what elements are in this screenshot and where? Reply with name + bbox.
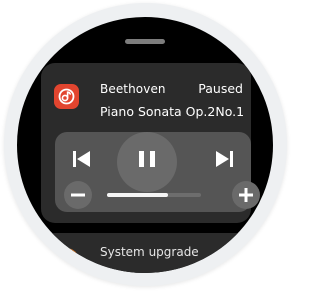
volume-down-button[interactable] bbox=[63, 180, 93, 210]
minus-icon bbox=[71, 193, 85, 197]
skip-previous-icon[interactable] bbox=[68, 145, 96, 173]
system-update-icon bbox=[54, 248, 79, 273]
music-note-icon bbox=[58, 88, 75, 105]
system-upgrade-notification[interactable]: System upgrade bbox=[41, 233, 251, 273]
volume-slider[interactable] bbox=[107, 193, 201, 197]
skip-next-icon[interactable] bbox=[210, 145, 238, 173]
media-controls-panel bbox=[55, 132, 260, 212]
notification-title: System upgrade bbox=[100, 245, 199, 259]
pause-icon bbox=[139, 151, 155, 167]
pause-button[interactable] bbox=[117, 132, 177, 192]
media-notification-card[interactable]: Beethoven Paused Piano Sonata Op.2No.1 bbox=[41, 63, 260, 223]
music-app-icon bbox=[54, 84, 79, 109]
pull-down-handle[interactable] bbox=[125, 39, 165, 44]
volume-level-fill bbox=[107, 193, 169, 197]
artist-name: Beethoven bbox=[100, 82, 166, 96]
watch-frame: Beethoven Paused Piano Sonata Op.2No.1 S… bbox=[0, 0, 291, 294]
volume-up-button[interactable] bbox=[231, 180, 261, 210]
song-title: Piano Sonata Op.2No.1 bbox=[100, 104, 245, 119]
watch-screen: Beethoven Paused Piano Sonata Op.2No.1 S… bbox=[17, 17, 273, 273]
playback-status: Paused bbox=[198, 81, 243, 96]
